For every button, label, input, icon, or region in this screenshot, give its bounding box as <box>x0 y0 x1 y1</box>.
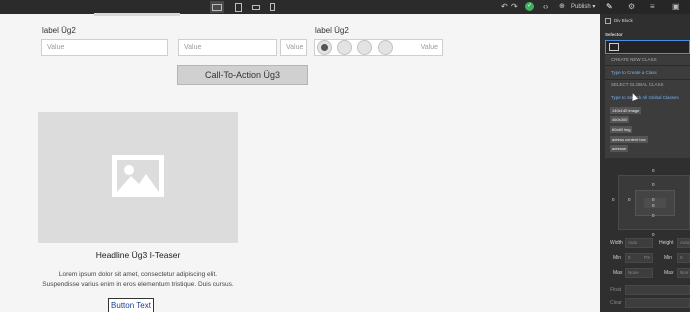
class-chip[interactable]: 140x140 image <box>610 107 642 114</box>
element-type-icon <box>605 18 611 24</box>
form-label-right: label Üg2 <box>315 26 349 35</box>
radio-option-4[interactable] <box>378 40 393 55</box>
margin-top-value[interactable]: 0 <box>652 168 655 173</box>
dropdown-divider <box>605 65 690 66</box>
class-chip[interactable]: adress content box <box>610 136 648 143</box>
width-input[interactable]: Auto <box>625 238 653 248</box>
settings-gear-icon[interactable]: ⚙ <box>628 2 635 11</box>
teaser-image-placeholder <box>38 112 238 243</box>
panel-tabs: ✎ ⚙ ≡ ▣ <box>600 0 690 14</box>
code-icon[interactable]: ‹› <box>543 2 548 12</box>
mobile-portrait-breakpoint-button[interactable] <box>265 1 279 13</box>
min-width-label: Min <box>613 255 622 261</box>
create-class-heading: CREATE NEW CLASS <box>611 57 657 62</box>
style-brush-icon[interactable]: ✎ <box>606 2 613 11</box>
max-height-input[interactable]: Non <box>677 268 690 278</box>
teaser-headline: Headline Üg3 I-Teaser <box>95 250 181 260</box>
mobile-landscape-icon <box>252 4 260 10</box>
padding-bottom-inner-value[interactable]: 0 <box>652 213 655 218</box>
teaser-body-line-2: Suspendisse varius enim in eros elementu… <box>42 281 234 288</box>
float-options[interactable] <box>625 285 690 295</box>
image-placeholder-icon <box>112 155 164 197</box>
teaser-body: Lorem ipsum dolor sit amet, consectetur … <box>20 270 256 290</box>
width-label: Width <box>610 240 623 246</box>
padding-left-value[interactable]: 0 <box>628 197 631 202</box>
margin-bottom-value[interactable]: 0 <box>652 232 655 237</box>
saved-check-icon: ✓ <box>525 2 534 11</box>
min-width-input[interactable]: 0 PX <box>625 253 653 263</box>
selector-heading: Selector <box>605 32 623 37</box>
tablet-icon <box>234 2 242 12</box>
call-to-action-button[interactable]: Call-To-Action Üg3 <box>177 65 308 85</box>
text-input-3[interactable]: Value <box>280 39 307 56</box>
margin-left-value[interactable]: 0 <box>612 197 615 202</box>
mobile-portrait-icon <box>269 3 275 11</box>
clear-options[interactable] <box>625 298 690 308</box>
padding-bottom-value[interactable]: 0 <box>652 203 655 208</box>
float-label: Float <box>610 287 622 293</box>
padding-box[interactable] <box>635 190 675 216</box>
max-width-label: Max <box>613 270 623 276</box>
designer-window: { "topbar": { "breakpoints": ["desktop",… <box>0 0 690 312</box>
min-height-label: Min <box>664 255 673 261</box>
height-input[interactable]: Auto <box>677 238 690 248</box>
min-height-input[interactable]: 0 <box>677 253 690 263</box>
dropdown-divider <box>605 79 690 80</box>
top-toolbar: ↶ ↷ ✓ ‹› ⊕ Publish ▾ <box>0 0 690 16</box>
form-label-left: label Üg2 <box>42 26 76 35</box>
teaser-body-line-1: Lorem ipsum dolor sit amet, consectetur … <box>58 271 218 278</box>
text-input-2[interactable]: Value <box>178 39 277 56</box>
radio-group-value: Value <box>420 44 438 51</box>
selector-input[interactable] <box>605 40 690 54</box>
element-box-icon <box>609 43 619 51</box>
desktop-icon <box>212 3 222 11</box>
element-name: Div Block <box>614 18 633 23</box>
create-class-option[interactable]: Type to Create a Class <box>611 70 657 75</box>
mobile-landscape-breakpoint-button[interactable] <box>249 1 263 13</box>
symbols-icon[interactable]: ▣ <box>672 2 680 11</box>
radio-option-3[interactable] <box>357 40 372 55</box>
class-chip[interactable]: adresse <box>610 145 629 152</box>
content-box <box>644 198 666 208</box>
tablet-breakpoint-button[interactable] <box>231 1 245 13</box>
class-chip[interactable]: 60x60 img <box>610 126 633 133</box>
radio-option-1[interactable] <box>317 40 332 55</box>
min-width-unit: PX <box>643 255 650 260</box>
height-label: Height <box>659 240 674 246</box>
min-width-value: 0 <box>628 255 631 260</box>
active-page-indicator <box>94 13 180 16</box>
redo-icon[interactable]: ↷ <box>511 2 518 12</box>
desktop-breakpoint-button[interactable] <box>210 1 224 13</box>
publish-button[interactable]: Publish ▾ <box>571 2 595 12</box>
padding-top-value[interactable]: 0 <box>652 182 655 187</box>
undo-icon[interactable]: ↶ <box>501 2 508 12</box>
radio-option-2[interactable] <box>337 40 352 55</box>
navigator-icon[interactable]: ≡ <box>650 2 655 11</box>
publish-icon: ⊕ <box>559 3 565 10</box>
class-chip[interactable]: 460x300 <box>610 116 630 123</box>
max-height-label: Max <box>664 270 674 276</box>
global-class-heading: SELECT GLOBAL CLASS <box>611 82 664 87</box>
max-width-input[interactable]: None <box>625 268 653 278</box>
teaser-button[interactable]: Button Text <box>108 298 154 312</box>
clear-label: Clear <box>610 300 622 306</box>
content-value: 0 <box>652 197 655 202</box>
search-global-classes[interactable]: Type to Search All Global Classes <box>611 95 679 100</box>
text-input-1[interactable]: Value <box>41 39 168 56</box>
